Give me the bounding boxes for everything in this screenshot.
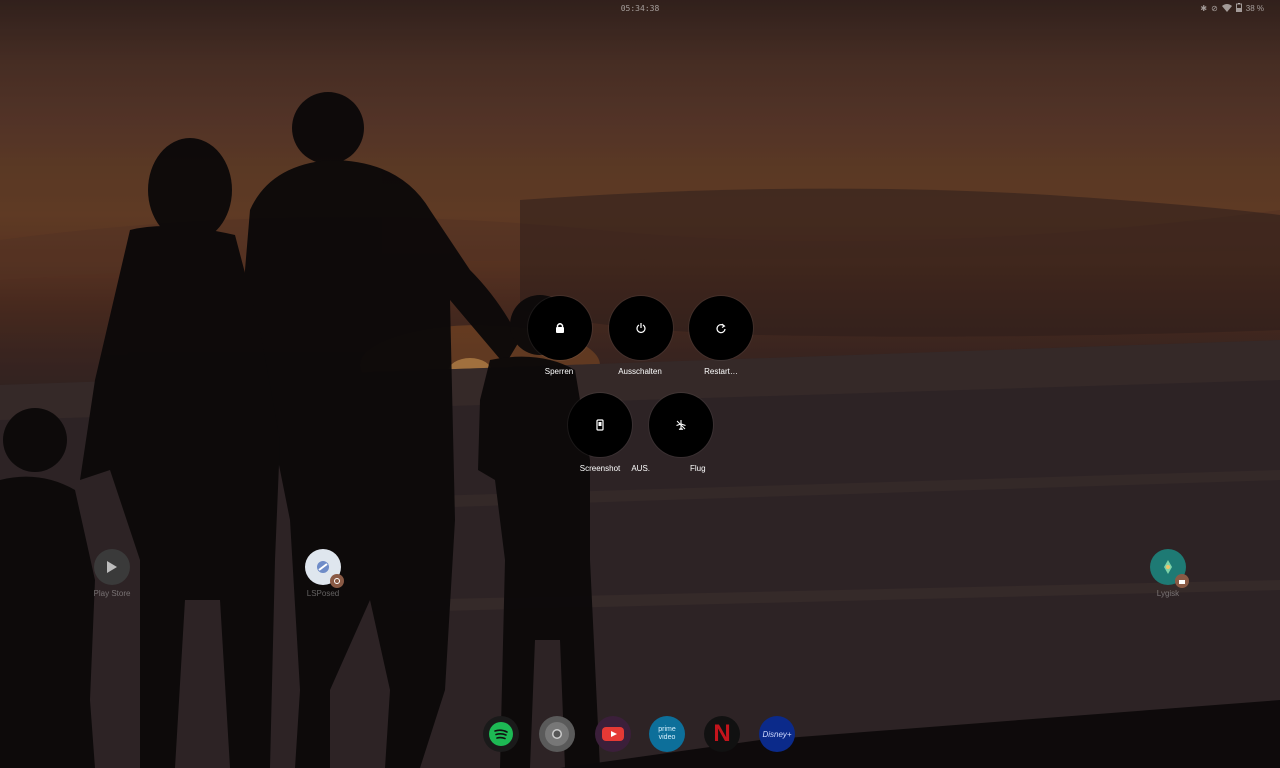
airplane-mode-button[interactable]	[649, 393, 713, 457]
airplane-status-fragment: AUS.	[631, 464, 650, 473]
system-icons: ✱ ⊘ 38 %	[1200, 3, 1264, 15]
youtube-icon[interactable]	[595, 716, 631, 752]
lock-button[interactable]	[528, 296, 592, 360]
airplane-off-icon	[676, 420, 686, 430]
prime-video-text: prime video	[658, 726, 676, 741]
airplane-label-fragment: Flug	[690, 464, 706, 473]
restart-button[interactable]	[689, 296, 753, 360]
spotify-icon[interactable]	[483, 716, 519, 752]
disney-plus-text: Disney+	[762, 729, 792, 739]
work-badge-icon	[330, 574, 344, 588]
sunset-wallpaper	[0, 0, 1280, 768]
battery-icon	[1235, 3, 1242, 15]
status-clock: 05:34:38	[620, 4, 660, 13]
power-off-button[interactable]	[609, 296, 673, 360]
play-store-icon	[94, 549, 130, 585]
app-lsposed[interactable]: LSPosed	[283, 549, 363, 598]
restart-label: Restart…	[704, 367, 738, 376]
app-lygisk[interactable]: Lygisk	[1128, 549, 1208, 598]
power-menu-scrim	[0, 0, 1280, 768]
chrome-icon[interactable]	[539, 716, 575, 752]
power-icon	[636, 323, 646, 333]
app-play-store[interactable]: Play Store	[72, 549, 152, 598]
netflix-text: N	[713, 720, 731, 747]
android-home-screen: 05:34:38 ✱ ⊘ 38 % Play Store LSPosed Lyg…	[0, 0, 1280, 768]
lsposed-icon	[305, 549, 344, 588]
wifi-icon	[1221, 3, 1232, 15]
prime-video-icon[interactable]: prime video	[649, 716, 685, 752]
screenshot-icon	[596, 419, 604, 431]
lock-icon	[556, 323, 564, 333]
app-label: Lygisk	[1156, 589, 1180, 598]
bluetooth-icon: ✱	[1200, 4, 1208, 13]
screenshot-button[interactable]	[568, 393, 632, 457]
restart-icon	[716, 323, 726, 334]
app-label: LSPosed	[306, 589, 340, 598]
work-badge-icon	[1175, 574, 1189, 588]
status-bar: 05:34:38 ✱ ⊘ 38 %	[0, 0, 1280, 16]
battery-percentage: 38 %	[1245, 4, 1264, 13]
netflix-icon[interactable]: N	[704, 716, 740, 752]
vibrate-off-icon: ⊘	[1211, 4, 1218, 13]
app-label: Play Store	[93, 589, 131, 598]
disney-plus-icon[interactable]: Disney+	[759, 716, 795, 752]
lygisk-icon	[1150, 549, 1189, 588]
